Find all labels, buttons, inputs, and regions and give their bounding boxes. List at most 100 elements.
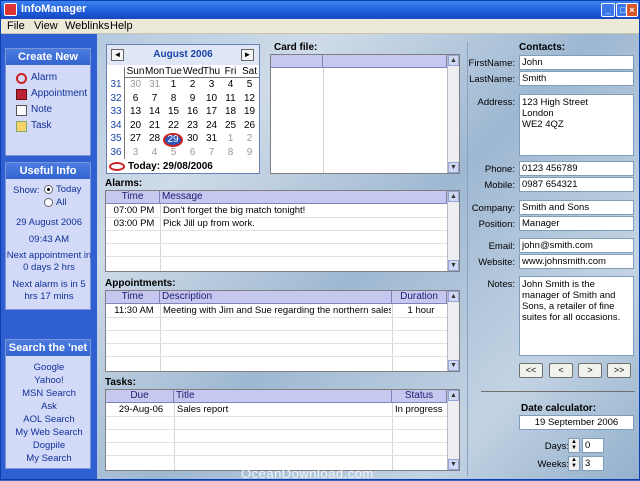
scroll-up-icon[interactable]: ▲: [448, 191, 459, 202]
calendar-day[interactable]: 2: [240, 133, 259, 145]
search-link-yahoo[interactable]: Yahoo!: [6, 374, 92, 387]
calendar-day[interactable]: 26: [240, 120, 259, 132]
scroll-down-icon[interactable]: ▼: [448, 260, 459, 271]
create-alarm-link[interactable]: Alarm: [16, 71, 57, 85]
phone-field[interactable]: 0123 456789: [519, 161, 634, 176]
create-note-link[interactable]: Note: [16, 103, 52, 117]
alarms-scrollbar[interactable]: ▲ ▼: [447, 191, 459, 271]
calendar-day[interactable]: 20: [126, 120, 145, 132]
calendar-day[interactable]: 17: [202, 106, 221, 118]
search-link-ask[interactable]: Ask: [6, 400, 92, 413]
contact-first-button[interactable]: <<: [519, 363, 543, 378]
lastname-field[interactable]: Smith: [519, 71, 634, 86]
alarms-table[interactable]: Time Message 07:00 PM Don't forget the b…: [105, 190, 460, 272]
search-link-msn[interactable]: MSN Search: [6, 387, 92, 400]
alarm-row-1-message[interactable]: Don't forget the big match tonight!: [161, 204, 446, 217]
alarm-row-2-message[interactable]: Pick Jill up from work.: [161, 217, 446, 230]
create-appointment-link[interactable]: Appointment: [16, 87, 87, 101]
calendar-day[interactable]: 10: [202, 93, 221, 105]
position-field[interactable]: Manager: [519, 216, 634, 231]
days-spinner[interactable]: ▲ ▼: [568, 438, 580, 453]
calendar-day[interactable]: 30: [126, 79, 145, 91]
show-today-radio[interactable]: Today: [44, 184, 81, 195]
calendar-day[interactable]: 6: [183, 147, 202, 159]
menu-view[interactable]: View: [34, 20, 58, 32]
calendar-day[interactable]: 9: [183, 93, 202, 105]
alarms-col-time[interactable]: Time: [106, 191, 160, 204]
tasks-scrollbar[interactable]: ▲ ▼: [447, 390, 459, 470]
tasks-table[interactable]: Due Title Status 29-Aug-06 Sales report …: [105, 389, 460, 471]
search-link-google[interactable]: Google: [6, 361, 92, 374]
task-row-1-status[interactable]: In progress: [393, 403, 447, 416]
appointments-col-description[interactable]: Description: [160, 291, 392, 304]
minimize-button[interactable]: _: [601, 3, 615, 17]
calendar-day[interactable]: 21: [145, 120, 164, 132]
card-file-col-2[interactable]: [323, 55, 447, 68]
month-calendar[interactable]: ◄ August 2006 ► Sun Mon Tue Wed Thu Fri Sat 31 3…: [106, 44, 260, 174]
appointments-col-time[interactable]: Time: [106, 291, 160, 304]
contact-last-button[interactable]: >>: [607, 363, 631, 378]
address-field[interactable]: 123 High Street London WE2 4QZ: [519, 94, 634, 156]
calendar-day[interactable]: 8: [221, 147, 240, 159]
tasks-col-status[interactable]: Status: [392, 390, 447, 403]
calendar-day[interactable]: 11: [221, 93, 240, 105]
calendar-day[interactable]: 27: [126, 133, 145, 145]
calendar-day[interactable]: 19: [240, 106, 259, 118]
alarm-row-1-time[interactable]: 07:00 PM: [106, 204, 160, 217]
appointment-row-1-description[interactable]: Meeting with Jim and Sue regarding the n…: [161, 304, 391, 317]
calendar-day[interactable]: 16: [183, 106, 202, 118]
calendar-day[interactable]: 30: [183, 133, 202, 145]
calendar-day[interactable]: 7: [145, 93, 164, 105]
calendar-day[interactable]: 12: [240, 93, 259, 105]
search-link-mysearch[interactable]: My Search: [6, 452, 92, 465]
appointment-row-1-time[interactable]: 11:30 AM: [106, 304, 160, 317]
weeks-field[interactable]: 3: [582, 456, 604, 471]
calendar-day[interactable]: 2: [183, 79, 202, 91]
calendar-day[interactable]: 3: [202, 79, 221, 91]
tasks-col-due[interactable]: Due: [106, 390, 174, 403]
scroll-up-icon[interactable]: ▲: [448, 390, 459, 401]
appointments-col-duration[interactable]: Duration: [392, 291, 447, 304]
task-row-1-title[interactable]: Sales report: [175, 403, 391, 416]
create-task-link[interactable]: Task: [16, 119, 52, 133]
calendar-day[interactable]: 31: [145, 79, 164, 91]
weeks-spinner[interactable]: ▲ ▼: [568, 456, 580, 471]
card-file-scrollbar[interactable]: ▲ ▼: [447, 55, 459, 173]
close-button[interactable]: ×: [626, 3, 638, 17]
show-all-radio[interactable]: All: [44, 197, 67, 208]
company-field[interactable]: Smith and Sons: [519, 200, 634, 215]
card-file-col-1[interactable]: [271, 55, 323, 68]
appointment-row-1-duration[interactable]: 1 hour: [393, 304, 447, 317]
calendar-day[interactable]: 4: [221, 79, 240, 91]
menu-weblinks[interactable]: Weblinks: [65, 20, 109, 32]
calendar-day[interactable]: 31: [202, 133, 221, 145]
search-link-aol[interactable]: AOL Search: [6, 413, 92, 426]
scroll-down-icon[interactable]: ▼: [448, 459, 459, 470]
calendar-day[interactable]: 1: [221, 133, 240, 145]
days-field[interactable]: 0: [582, 438, 604, 453]
alarms-col-message[interactable]: Message: [160, 191, 447, 204]
calendar-day[interactable]: 28: [145, 133, 164, 145]
calendar-next-button[interactable]: ►: [241, 49, 254, 61]
firstname-field[interactable]: John: [519, 55, 634, 70]
calendar-day[interactable]: 5: [164, 147, 183, 159]
calendar-day[interactable]: 1: [164, 79, 183, 91]
calendar-day[interactable]: 8: [164, 93, 183, 105]
search-link-dogpile[interactable]: Dogpile: [6, 439, 92, 452]
calendar-day[interactable]: 24: [202, 120, 221, 132]
date-calculator-field[interactable]: 19 September 2006: [519, 415, 634, 430]
task-row-1-due[interactable]: 29-Aug-06: [106, 403, 174, 416]
calendar-month-title[interactable]: August 2006: [137, 49, 229, 60]
calendar-day[interactable]: 4: [145, 147, 164, 159]
scroll-up-icon[interactable]: ▲: [448, 55, 459, 66]
website-field[interactable]: www.johnsmith.com: [519, 254, 634, 269]
mobile-field[interactable]: 0987 654321: [519, 177, 634, 192]
calendar-day[interactable]: 18: [221, 106, 240, 118]
calendar-day[interactable]: 7: [202, 147, 221, 159]
calendar-day[interactable]: 22: [164, 120, 183, 132]
card-file-list[interactable]: ▲ ▼: [270, 54, 460, 174]
calendar-day[interactable]: 6: [126, 93, 145, 105]
calendar-day[interactable]: 23: [183, 120, 202, 132]
calendar-day[interactable]: 13: [126, 106, 145, 118]
contact-prev-button[interactable]: <: [549, 363, 573, 378]
